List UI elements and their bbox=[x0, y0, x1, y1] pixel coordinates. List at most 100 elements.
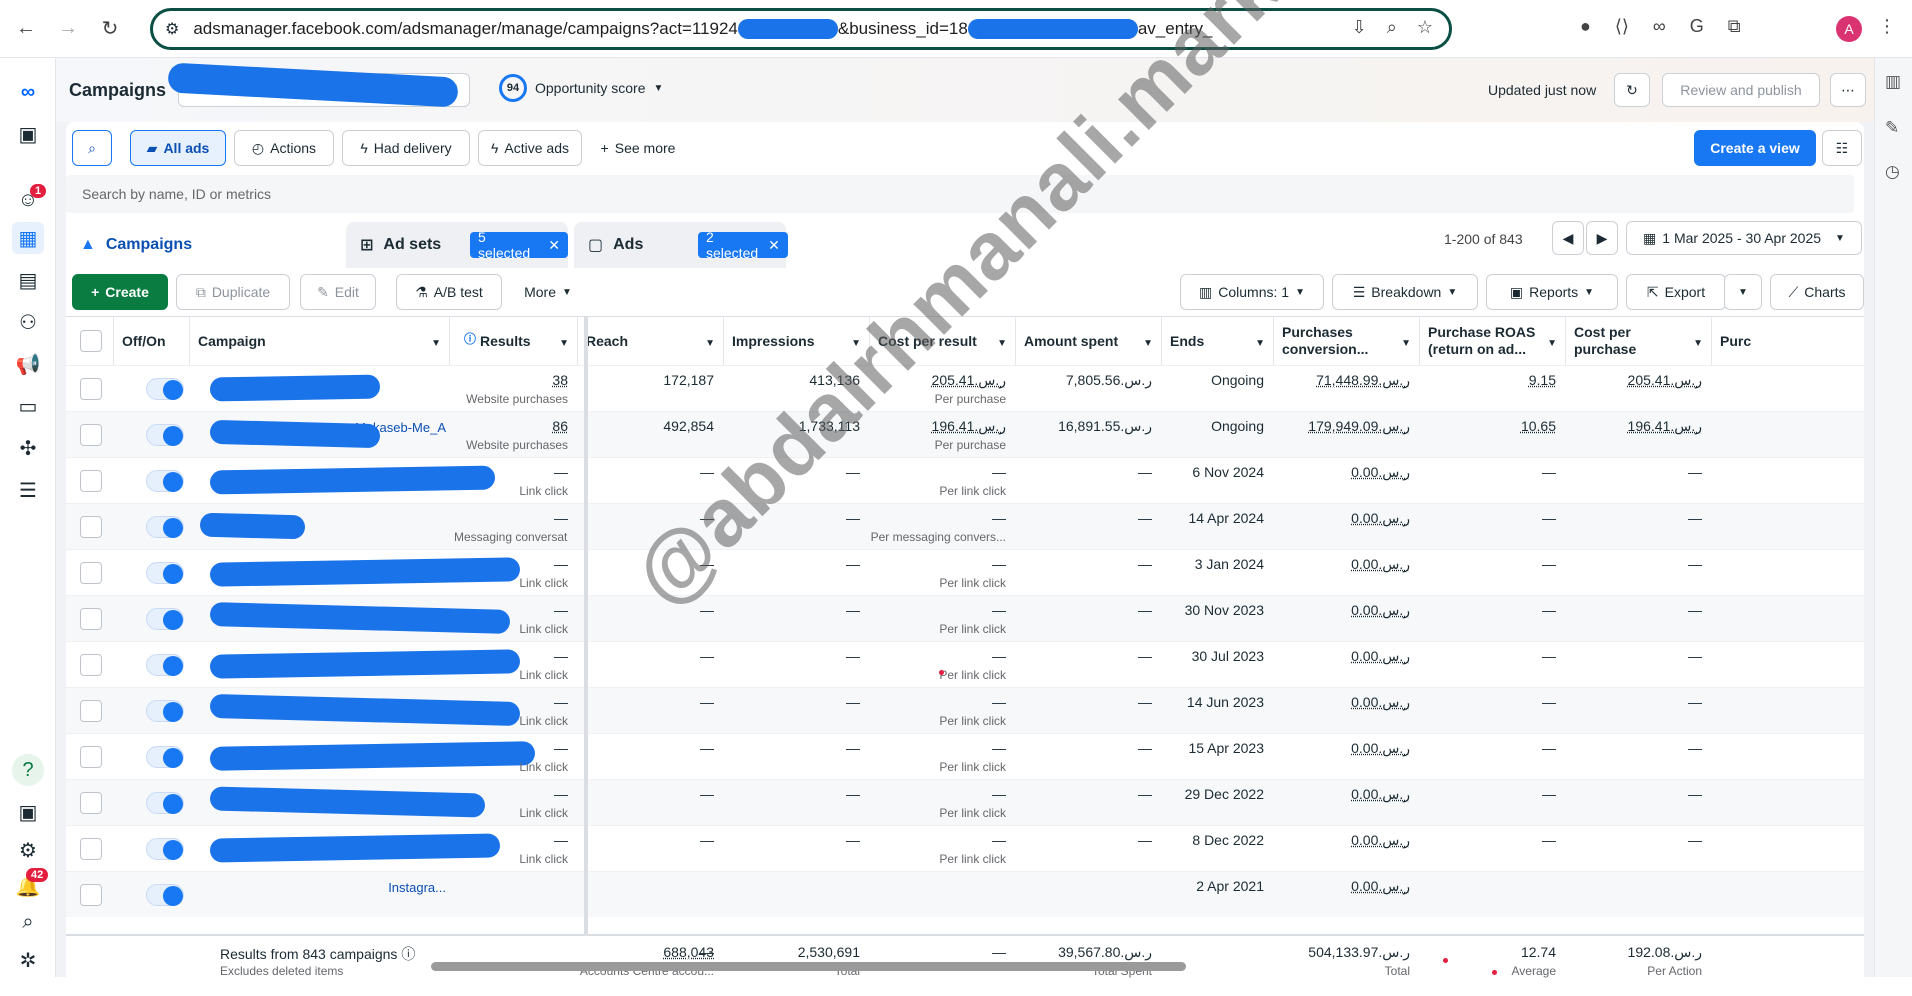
campaign-toggle[interactable] bbox=[146, 700, 184, 722]
chart-icon[interactable]: ▥ bbox=[1885, 72, 1901, 92]
opportunity-score[interactable]: 94 Opportunity score ▼ bbox=[499, 74, 663, 102]
duplicate-button[interactable]: ⧉ Duplicate bbox=[176, 274, 290, 310]
row-checkbox[interactable] bbox=[80, 792, 102, 814]
ab-test-button[interactable]: ⚗ A/B test bbox=[396, 274, 502, 310]
back-icon[interactable]: ← bbox=[10, 13, 42, 45]
more-options-button[interactable]: ⋯ bbox=[1830, 73, 1866, 107]
ads-megaphone-icon[interactable]: 📢 bbox=[12, 348, 44, 380]
settings-gear-icon[interactable]: ⚙ bbox=[12, 834, 44, 866]
extension-code-icon[interactable]: ⟨⟩ bbox=[1615, 16, 1629, 37]
tab-ads[interactable]: ▢ Ads 2 selected ✕ bbox=[574, 222, 788, 268]
ad-sets-selected-pill[interactable]: 5 selected ✕ bbox=[470, 229, 568, 261]
create-view-button[interactable]: Create a view bbox=[1694, 130, 1816, 166]
row-checkbox[interactable] bbox=[80, 470, 102, 492]
reload-icon[interactable]: ↻ bbox=[94, 13, 126, 45]
campaign-toggle[interactable] bbox=[146, 838, 184, 860]
header-results[interactable]: ⓘ Results ▼ bbox=[454, 317, 578, 365]
table-row[interactable]: — Messaging conversatio... — — — Per messagin… bbox=[66, 503, 1864, 549]
campaign-toggle[interactable] bbox=[146, 562, 184, 584]
campaign-toggle[interactable] bbox=[146, 470, 184, 492]
header-amount-spent[interactable]: Amount spent ▼ bbox=[1016, 317, 1162, 365]
reports-icon[interactable]: ▣ bbox=[12, 796, 44, 828]
campaign-toggle[interactable] bbox=[146, 608, 184, 630]
header-reach[interactable]: Reach ▼ bbox=[578, 317, 724, 365]
bookmark-star-icon[interactable]: ☆ bbox=[1417, 17, 1433, 38]
tab-ad-sets[interactable]: ⊞ Ad sets 5 selected ✕ bbox=[346, 222, 568, 268]
charts-button[interactable]: ⟋ Charts bbox=[1770, 274, 1864, 310]
table-row[interactable]: 38 Website purchases 172,187 413,136 205.41.… bbox=[66, 365, 1864, 411]
all-tools-menu-icon[interactable]: ☰ bbox=[12, 474, 44, 506]
header-cost-per-purchase[interactable]: Cost per purchase ▼ bbox=[1566, 317, 1712, 365]
history-clock-icon[interactable]: ◷ bbox=[1885, 162, 1900, 182]
row-checkbox[interactable] bbox=[80, 884, 102, 906]
create-button[interactable]: + Create bbox=[72, 274, 168, 310]
review-publish-button[interactable]: Review and publish bbox=[1662, 73, 1820, 107]
pages-icon[interactable]: ▤ bbox=[12, 264, 44, 296]
header-ends[interactable]: Ends ▼ bbox=[1162, 317, 1274, 365]
billing-card-icon[interactable]: ▭ bbox=[12, 390, 44, 422]
profile-avatar[interactable]: A bbox=[1836, 16, 1862, 42]
bug-report-icon[interactable]: ✲ bbox=[12, 944, 44, 976]
header-campaign[interactable]: Campaign ▼ bbox=[190, 317, 450, 365]
breakdown-button[interactable]: ☰ Breakdown ▼ bbox=[1332, 274, 1478, 310]
horizontal-scrollbar[interactable] bbox=[431, 962, 1186, 971]
select-all-checkbox[interactable] bbox=[80, 330, 102, 352]
campaigns-table-icon[interactable]: ▦ bbox=[12, 222, 44, 254]
audiences-icon[interactable]: ⚇ bbox=[12, 306, 44, 338]
search-icon[interactable]: ⌕ bbox=[12, 906, 44, 938]
zoom-icon[interactable]: ⌕ bbox=[1387, 17, 1397, 38]
edit-pencil-icon[interactable]: ✎ bbox=[1885, 118, 1899, 138]
date-range-picker[interactable]: ▦ 1 Mar 2025 - 30 Apr 2025 ▼ bbox=[1626, 221, 1862, 255]
header-impressions[interactable]: Impressions ▼ bbox=[724, 317, 870, 365]
address-bar[interactable]: ⚙ adsmanager.facebook.com/adsmanager/man… bbox=[150, 8, 1452, 50]
had-delivery-filter[interactable]: ϟ Had delivery bbox=[342, 130, 470, 166]
search-input[interactable]: Search by name, ID or metrics bbox=[66, 175, 1854, 213]
row-checkbox[interactable] bbox=[80, 562, 102, 584]
export-dropdown-button[interactable]: ▼ bbox=[1724, 274, 1762, 310]
business-tools-icon[interactable]: ✣ bbox=[12, 432, 44, 464]
actions-filter[interactable]: ◴ Actions bbox=[234, 130, 334, 166]
row-checkbox[interactable] bbox=[80, 516, 102, 538]
table-row[interactable]: Instagra...—Link click———Per link click—… bbox=[66, 687, 1864, 733]
search-toggle-button[interactable]: ⌕ bbox=[72, 130, 112, 166]
table-row[interactable]: ...ن—Link click———Per link click—29 Dec … bbox=[66, 779, 1864, 825]
row-checkbox[interactable] bbox=[80, 700, 102, 722]
row-checkbox[interactable] bbox=[80, 608, 102, 630]
meta-logo-icon[interactable]: ∞ bbox=[12, 76, 44, 108]
more-button[interactable]: More ▼ bbox=[510, 274, 586, 310]
campaign-toggle[interactable] bbox=[146, 516, 184, 538]
table-row[interactable]: Instagram—Link click———Per link click—6 … bbox=[66, 457, 1864, 503]
header-onoff[interactable]: Off/On bbox=[114, 317, 190, 365]
table-row[interactable]: — Link click — — — Per link click — 15 Apr 2023… bbox=[66, 733, 1864, 779]
table-row[interactable]: _Makaseb-Me_A 86 Website purchases 492,854 1… bbox=[66, 411, 1864, 457]
columns-button[interactable]: ▥ Columns: 1 ▼ bbox=[1180, 274, 1324, 310]
install-icon[interactable]: ⇩ bbox=[1352, 17, 1367, 38]
all-ads-filter[interactable]: ▰ All ads bbox=[130, 130, 226, 166]
campaign-toggle[interactable] bbox=[146, 884, 184, 906]
ads-selected-pill[interactable]: 2 selected ✕ bbox=[698, 229, 788, 261]
campaign-toggle[interactable] bbox=[146, 424, 184, 446]
table-row[interactable]: — Link click — — — Per link click — 8 Dec 2022 0… bbox=[66, 825, 1864, 871]
site-settings-icon[interactable]: ⚙ bbox=[165, 19, 179, 39]
extension-icon[interactable]: ● bbox=[1580, 16, 1591, 37]
row-checkbox[interactable] bbox=[80, 838, 102, 860]
table-row[interactable]: — Link click — — — Per link click — 3 Jan 2024 0… bbox=[66, 549, 1864, 595]
account-icon[interactable]: ▣ bbox=[12, 118, 44, 150]
extension-link-icon[interactable]: ∞ bbox=[1653, 16, 1666, 37]
reports-button[interactable]: ▣ Reports ▼ bbox=[1486, 274, 1618, 310]
edit-button[interactable]: ✎ Edit bbox=[300, 274, 376, 310]
campaign-toggle[interactable] bbox=[146, 378, 184, 400]
table-row[interactable]: Instagra... 2 Apr 2021 0.00.ر.س bbox=[66, 871, 1864, 917]
header-purchases-conversion[interactable]: Purchases conversion... ▼ bbox=[1274, 317, 1420, 365]
row-checkbox[interactable] bbox=[80, 424, 102, 446]
help-icon[interactable]: ? bbox=[12, 754, 44, 786]
close-icon[interactable]: ✕ bbox=[768, 237, 780, 254]
campaign-toggle[interactable] bbox=[146, 746, 184, 768]
next-page-button[interactable]: ▶ bbox=[1586, 221, 1618, 255]
row-checkbox[interactable] bbox=[80, 378, 102, 400]
tab-campaigns[interactable]: ▲ Campaigns bbox=[66, 222, 334, 268]
export-button[interactable]: ⇱ Export bbox=[1626, 274, 1726, 310]
forward-icon[interactable]: → bbox=[52, 13, 84, 45]
table-row[interactable]: — Link click — — — Per link click — 30 Jul 2023… bbox=[66, 641, 1864, 687]
menu-kebab-icon[interactable]: ⋮ bbox=[1878, 16, 1896, 37]
